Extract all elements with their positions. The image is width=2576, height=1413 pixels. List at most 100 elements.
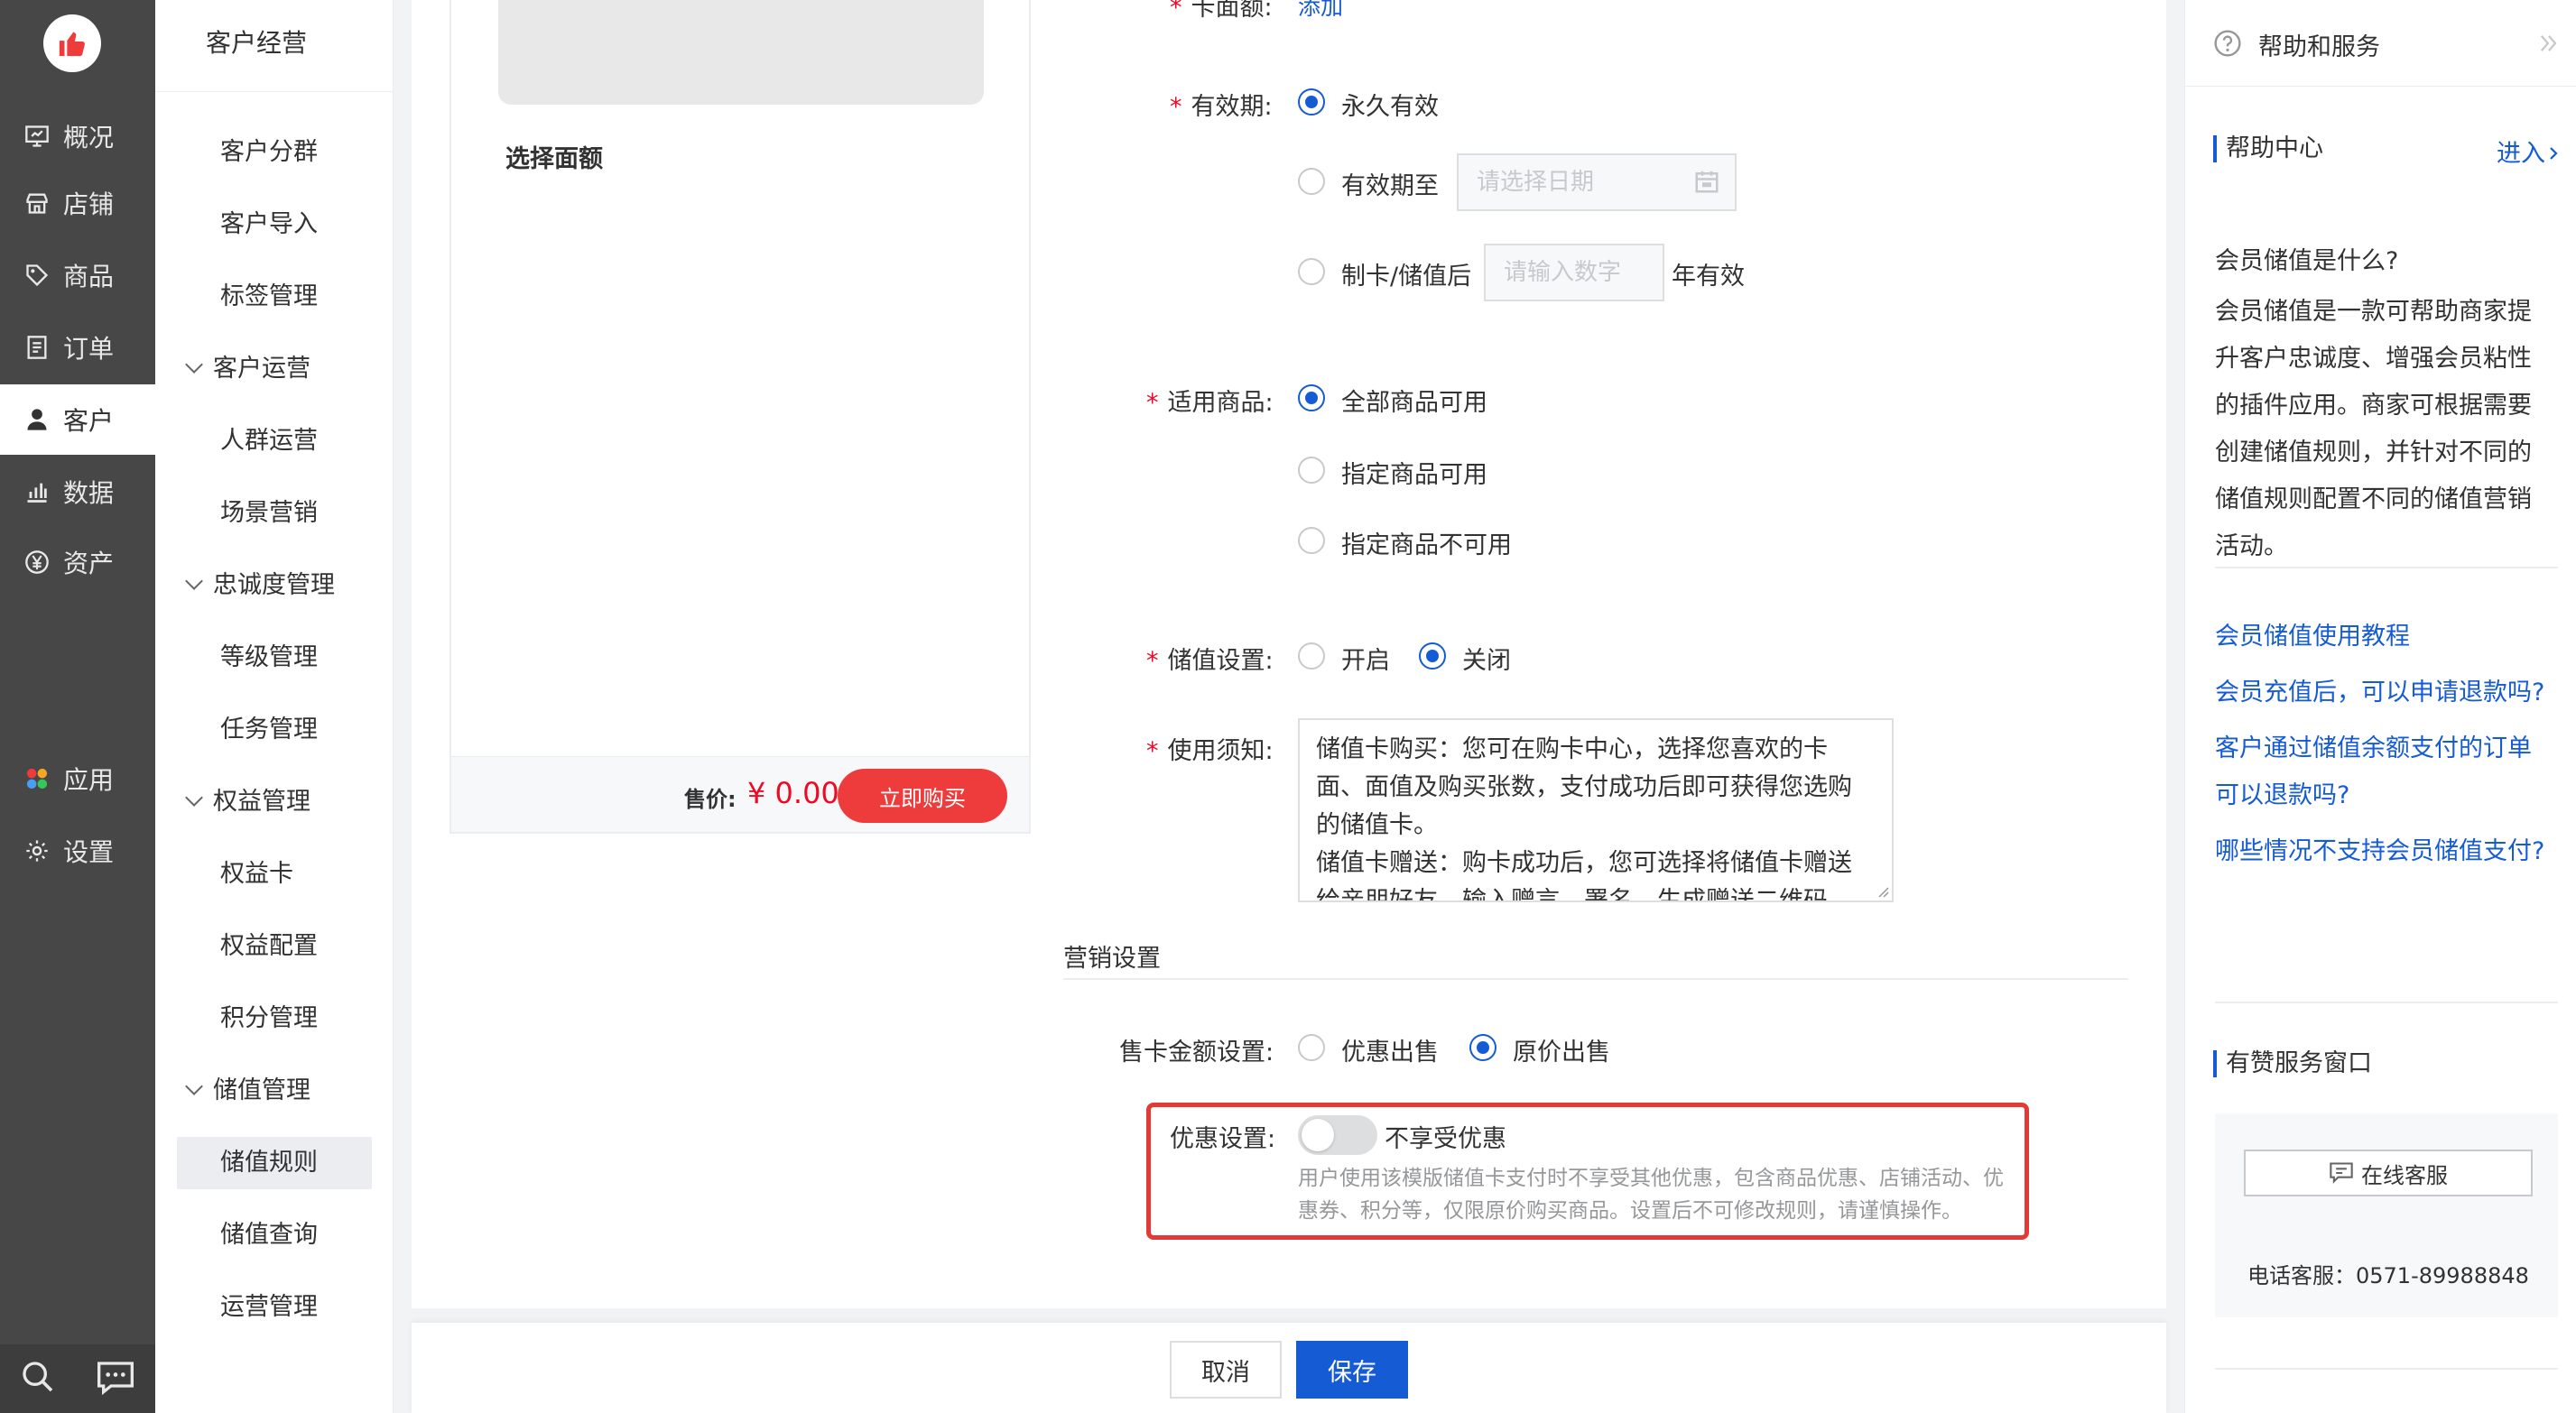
usage-notes-text: 储值卡购买：您可在购卡中心，选择您喜欢的卡面、面值及购买张数，支付成功后即可获得… [1316, 735, 1852, 902]
group-label: 权益管理 [213, 788, 310, 816]
required-mark: * [1146, 737, 1159, 765]
help-icon [2213, 29, 2242, 61]
radio-permanent[interactable] [1298, 88, 1325, 115]
nav-label: 商品 [63, 262, 115, 291]
years-suffix: 年有效 [1672, 263, 1745, 291]
sub-item-level-management[interactable]: 等级管理 [177, 632, 372, 684]
store-icon [23, 189, 51, 217]
search-icon[interactable] [20, 1359, 56, 1399]
sub-item-tag-management[interactable]: 标签管理 [177, 271, 372, 323]
add-card-amount-link[interactable]: 添加 [1298, 0, 1343, 31]
logo[interactable] [43, 14, 101, 72]
price-value: ¥ 0.00 [747, 776, 839, 810]
chevron-down-icon [185, 789, 203, 807]
discount-label: 优惠设置: [1170, 1125, 1276, 1153]
card-amount-label: * 卡面额: [1170, 0, 1273, 23]
radio-stored-off[interactable] [1419, 642, 1446, 670]
nav-orders[interactable]: 订单 [0, 312, 155, 383]
radio-original-price[interactable] [1469, 1034, 1496, 1061]
footer-bar [412, 1323, 2166, 1413]
nav-label: 资产 [63, 549, 115, 578]
message-icon[interactable] [96, 1359, 135, 1399]
nav-store[interactable]: 店铺 [0, 168, 155, 238]
radio-valid-until-label: 有效期至 [1341, 172, 1439, 200]
nav-goods[interactable]: 商品 [0, 240, 155, 310]
radio-specified-goods[interactable] [1298, 457, 1325, 484]
group-benefits[interactable]: 权益管理 [177, 776, 372, 828]
yuan-icon [23, 549, 51, 576]
help-link-tutorial[interactable]: 会员储值使用教程 [2215, 614, 2554, 660]
radio-all-goods[interactable] [1298, 384, 1325, 411]
group-stored-value[interactable]: 储值管理 [177, 1065, 372, 1117]
marketing-section-title: 营销设置 [1063, 945, 1161, 973]
help-link-balance-order-refund[interactable]: 客户通过储值余额支付的订单可以退款吗? [2215, 725, 2554, 819]
resize-handle-icon[interactable] [1876, 884, 1890, 902]
years-input[interactable]: 请输入数字 [1484, 244, 1664, 301]
chevron-down-icon [185, 356, 203, 374]
sub-item-stored-value-query[interactable]: 储值查询 [177, 1209, 372, 1261]
sub-item-benefit-card[interactable]: 权益卡 [177, 848, 372, 900]
online-service-button[interactable]: 在线客服 [2244, 1150, 2533, 1196]
radio-after-issue[interactable] [1298, 258, 1325, 285]
group-customer-operation[interactable]: 客户运营 [177, 343, 372, 395]
nav-assets[interactable]: 资产 [0, 527, 155, 597]
cancel-button[interactable]: 取消 [1170, 1341, 1282, 1399]
sub-item-points-management[interactable]: 积分管理 [177, 993, 372, 1045]
radio-stored-on[interactable] [1298, 642, 1325, 670]
sub-item-task-management[interactable]: 任务管理 [177, 704, 372, 756]
radio-after-issue-label: 制卡/储值后 [1341, 263, 1472, 291]
help-link-unsupported-cases[interactable]: 哪些情况不支持会员储值支付? [2215, 828, 2554, 875]
radio-discount-sale[interactable] [1298, 1034, 1325, 1061]
radio-specified-goods-label: 指定商品可用 [1341, 461, 1487, 489]
nav-apps[interactable]: 应用 [0, 743, 155, 814]
help-link-refund-after-topup[interactable]: 会员充值后，可以申请退款吗? [2215, 670, 2554, 716]
required-mark: * [1170, 93, 1182, 121]
help-question: 会员储值是什么? [2215, 247, 2399, 275]
radio-stored-on-label: 开启 [1341, 647, 1390, 675]
calendar-icon[interactable] [1693, 168, 1720, 199]
nav-overview[interactable]: 概况 [0, 101, 155, 171]
chevron-right-icon [2550, 147, 2558, 160]
apps-icon [23, 765, 51, 792]
nav-label: 店铺 [63, 189, 115, 219]
discount-toggle-text: 不享受优惠 [1385, 1125, 1506, 1153]
discount-toggle[interactable] [1298, 1115, 1377, 1155]
usage-notes-textarea[interactable]: 储值卡购买：您可在购卡中心，选择您喜欢的卡面、面值及购买张数，支付成功后即可获得… [1298, 718, 1894, 902]
chevron-down-icon [185, 572, 203, 590]
sub-item-stored-value-rules[interactable]: 储值规则 [177, 1137, 372, 1189]
required-mark: * [1146, 389, 1159, 417]
radio-all-goods-label: 全部商品可用 [1341, 389, 1487, 417]
nav-label: 概况 [63, 123, 115, 152]
buy-now-button[interactable]: 立即购买 [838, 769, 1007, 823]
section-divider [1063, 978, 2128, 980]
nav-label: 数据 [63, 478, 115, 508]
nav-settings[interactable]: 设置 [0, 816, 155, 886]
sub-item-benefit-config[interactable]: 权益配置 [177, 920, 372, 973]
sub-item-scene-marketing[interactable]: 场景营销 [177, 487, 372, 540]
help-center-enter-link[interactable]: 进入 [2497, 134, 2562, 169]
group-loyalty[interactable]: 忠诚度管理 [177, 559, 372, 612]
nav-label: 应用 [63, 765, 115, 795]
radio-excluded-goods-label: 指定商品不可用 [1341, 531, 1512, 559]
help-divider [2215, 567, 2558, 568]
radio-valid-until[interactable] [1298, 168, 1325, 195]
sub-item-customer-segments[interactable]: 客户分群 [177, 126, 372, 179]
radio-excluded-goods[interactable] [1298, 527, 1325, 554]
radio-stored-off-label: 关闭 [1462, 647, 1511, 675]
nav-data[interactable]: 数据 [0, 457, 155, 527]
nav-customers[interactable]: 客户 [0, 384, 155, 455]
sub-item-operation-management[interactable]: 运营管理 [177, 1281, 372, 1334]
help-answer: 会员储值是一款可帮助商家提升客户忠诚度、增强会员粘性的插件应用。商家可根据需要创… [2215, 298, 2532, 560]
thumbs-up-icon [59, 32, 85, 57]
sub-item-crowd-operation[interactable]: 人群运营 [177, 415, 372, 467]
secondary-title: 客户经营 [155, 0, 394, 92]
save-button[interactable]: 保存 [1296, 1341, 1408, 1399]
user-icon [23, 406, 51, 433]
sub-item-customer-import[interactable]: 客户导入 [177, 199, 372, 251]
collapse-icon[interactable] [2536, 31, 2562, 60]
validity-label: * 有效期: [1170, 87, 1273, 122]
overview-icon [23, 123, 51, 150]
date-placeholder: 请选择日期 [1477, 169, 1595, 196]
number-placeholder: 请输入数字 [1504, 259, 1622, 286]
required-mark: * [1146, 647, 1159, 675]
